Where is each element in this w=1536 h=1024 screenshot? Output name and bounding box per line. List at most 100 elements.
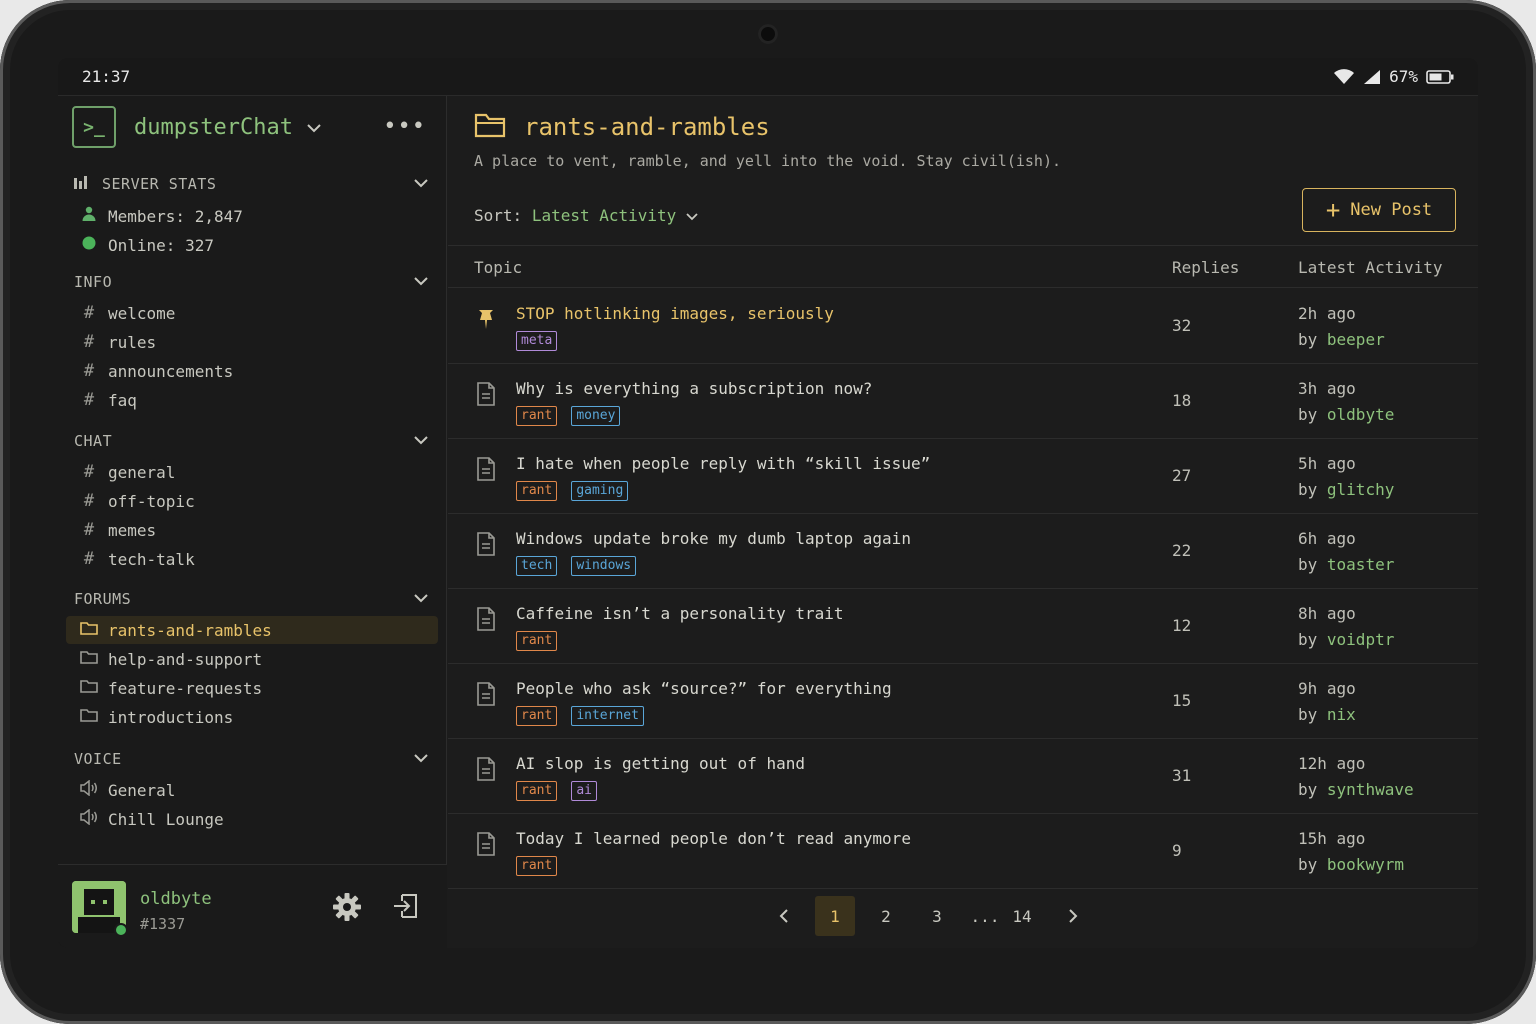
section-voice[interactable]: VOICE xyxy=(74,748,430,770)
page-3[interactable]: 3 xyxy=(917,896,957,936)
author-link[interactable]: nix xyxy=(1327,705,1356,724)
channel-welcome[interactable]: # welcome xyxy=(66,299,438,327)
forum-rants-and-rambles[interactable]: rants-and-rambles xyxy=(66,616,438,644)
author-link[interactable]: bookwyrm xyxy=(1327,855,1404,874)
logout-icon[interactable] xyxy=(392,892,420,924)
folder-icon xyxy=(78,707,100,727)
topic-title[interactable]: AI slop is getting out of hand xyxy=(516,754,805,773)
topic-title[interactable]: Why is everything a subscription now? xyxy=(516,379,872,398)
prev-page-icon[interactable] xyxy=(764,896,804,936)
pagination: 1 2 3 ... 14 xyxy=(764,896,1104,936)
app-screen: 21:37 67% >_ dumpsterChat ••• SERVER STA… xyxy=(58,58,1478,948)
table-row[interactable]: Caffeine isn’t a personality trait rant 12… xyxy=(448,589,1478,664)
tag-badge[interactable]: rant xyxy=(516,481,558,501)
chevron-down-icon[interactable] xyxy=(414,274,428,290)
table-row[interactable]: AI slop is getting out of hand rant ai 31 12… xyxy=(448,739,1478,814)
tag-badge[interactable]: rant xyxy=(516,856,558,876)
voice-general[interactable]: General xyxy=(66,776,438,804)
plus-icon: + xyxy=(1325,196,1341,224)
gear-icon[interactable] xyxy=(332,892,362,926)
topic-title[interactable]: People who ask “source?” for everything xyxy=(516,679,892,698)
next-page-icon[interactable] xyxy=(1053,896,1093,936)
table-row[interactable]: STOP hotlinking images, seriously meta 32 2… xyxy=(448,289,1478,364)
topic-title[interactable]: STOP hotlinking images, seriously xyxy=(516,304,834,323)
topic-tags: tech windows xyxy=(516,556,637,576)
forum-introductions[interactable]: introductions xyxy=(66,703,438,731)
more-options-icon[interactable]: ••• xyxy=(383,114,426,139)
tag-badge[interactable]: rant xyxy=(516,706,558,726)
forum-help-and-support[interactable]: help-and-support xyxy=(66,645,438,673)
section-label: VOICE xyxy=(74,750,122,768)
channel-general[interactable]: # general xyxy=(66,458,438,486)
header-topic[interactable]: Topic xyxy=(474,258,522,277)
topic-tags: rant money xyxy=(516,406,621,426)
topic-title[interactable]: I hate when people reply with “skill iss… xyxy=(516,454,930,473)
table-row[interactable]: Why is everything a subscription now? ran… xyxy=(448,364,1478,439)
voice-chill-lounge[interactable]: Chill Lounge xyxy=(66,805,438,833)
header-replies[interactable]: Replies xyxy=(1172,258,1239,277)
author-link[interactable]: toaster xyxy=(1327,555,1394,574)
chevron-down-icon[interactable] xyxy=(686,206,698,225)
table-row[interactable]: People who ask “source?” for everything r… xyxy=(448,664,1478,739)
author-link[interactable]: oldbyte xyxy=(1327,405,1394,424)
channel-off-topic[interactable]: # off-topic xyxy=(66,487,438,515)
sort-value[interactable]: Latest Activity xyxy=(532,206,677,225)
channel-tech-talk[interactable]: # tech-talk xyxy=(66,545,438,573)
tag-badge[interactable]: ai xyxy=(571,781,597,801)
topic-title[interactable]: Today I learned people don’t read anymor… xyxy=(516,829,911,848)
chevron-down-icon[interactable] xyxy=(414,591,428,607)
section-info[interactable]: INFO xyxy=(74,271,430,293)
tag-badge[interactable]: meta xyxy=(516,331,558,351)
forum-description: A place to vent, ramble, and yell into t… xyxy=(474,152,1061,170)
section-chat[interactable]: CHAT xyxy=(74,430,430,452)
channel-rules[interactable]: # rules xyxy=(66,328,438,356)
reply-count: 15 xyxy=(1172,691,1192,710)
chevron-down-icon[interactable] xyxy=(414,433,428,449)
tag-badge[interactable]: rant xyxy=(516,781,558,801)
channel-faq[interactable]: # faq xyxy=(66,386,438,414)
front-camera xyxy=(758,24,778,44)
table-row[interactable]: I hate when people reply with “skill iss… xyxy=(448,439,1478,514)
author-link[interactable]: voidptr xyxy=(1327,630,1394,649)
server-header[interactable]: >_ dumpsterChat ••• xyxy=(72,106,432,148)
username: oldbyte xyxy=(140,889,212,909)
author-link[interactable]: glitchy xyxy=(1327,480,1394,499)
reply-count: 22 xyxy=(1172,541,1192,560)
page-last[interactable]: 14 xyxy=(1002,896,1042,936)
chevron-down-icon[interactable] xyxy=(414,176,428,192)
table-row[interactable]: Today I learned people don’t read anymor… xyxy=(448,814,1478,889)
forum-label: feature-requests xyxy=(108,678,263,698)
channel-announcements[interactable]: # announcements xyxy=(66,357,438,385)
section-label: SERVER STATS xyxy=(102,175,217,193)
topic-title[interactable]: Windows update broke my dumb laptop agai… xyxy=(516,529,911,548)
author-link[interactable]: beeper xyxy=(1327,330,1385,349)
activity-time: 2h ago xyxy=(1298,304,1356,323)
pin-icon xyxy=(476,307,496,335)
table-row[interactable]: Windows update broke my dumb laptop agai… xyxy=(448,514,1478,589)
by-label: by xyxy=(1298,330,1318,349)
by-label: by xyxy=(1298,555,1318,574)
chevron-down-icon[interactable] xyxy=(307,118,321,137)
activity-author-line: by toaster xyxy=(1298,555,1394,574)
status-bar: 21:37 67% xyxy=(58,58,1478,96)
page-2[interactable]: 2 xyxy=(866,896,906,936)
header-latest-activity[interactable]: Latest Activity xyxy=(1298,258,1443,277)
tag-badge[interactable]: windows xyxy=(571,556,637,576)
tag-badge[interactable]: tech xyxy=(516,556,558,576)
tag-badge[interactable]: money xyxy=(571,406,621,426)
topic-title[interactable]: Caffeine isn’t a personality trait xyxy=(516,604,844,623)
folder-icon xyxy=(474,112,506,142)
tag-badge[interactable]: internet xyxy=(571,706,644,726)
section-server-stats[interactable]: SERVER STATS xyxy=(74,173,430,195)
tag-badge[interactable]: rant xyxy=(516,406,558,426)
forum-feature-requests[interactable]: feature-requests xyxy=(66,674,438,702)
tag-badge[interactable]: rant xyxy=(516,631,558,651)
sort-control[interactable]: Sort: Latest Activity xyxy=(474,206,698,225)
new-post-button[interactable]: + New Post xyxy=(1302,188,1456,232)
chevron-down-icon[interactable] xyxy=(414,751,428,767)
tag-badge[interactable]: gaming xyxy=(571,481,629,501)
section-forums[interactable]: FORUMS xyxy=(74,588,430,610)
channel-memes[interactable]: # memes xyxy=(66,516,438,544)
page-1[interactable]: 1 xyxy=(815,896,855,936)
author-link[interactable]: synthwave xyxy=(1327,780,1414,799)
